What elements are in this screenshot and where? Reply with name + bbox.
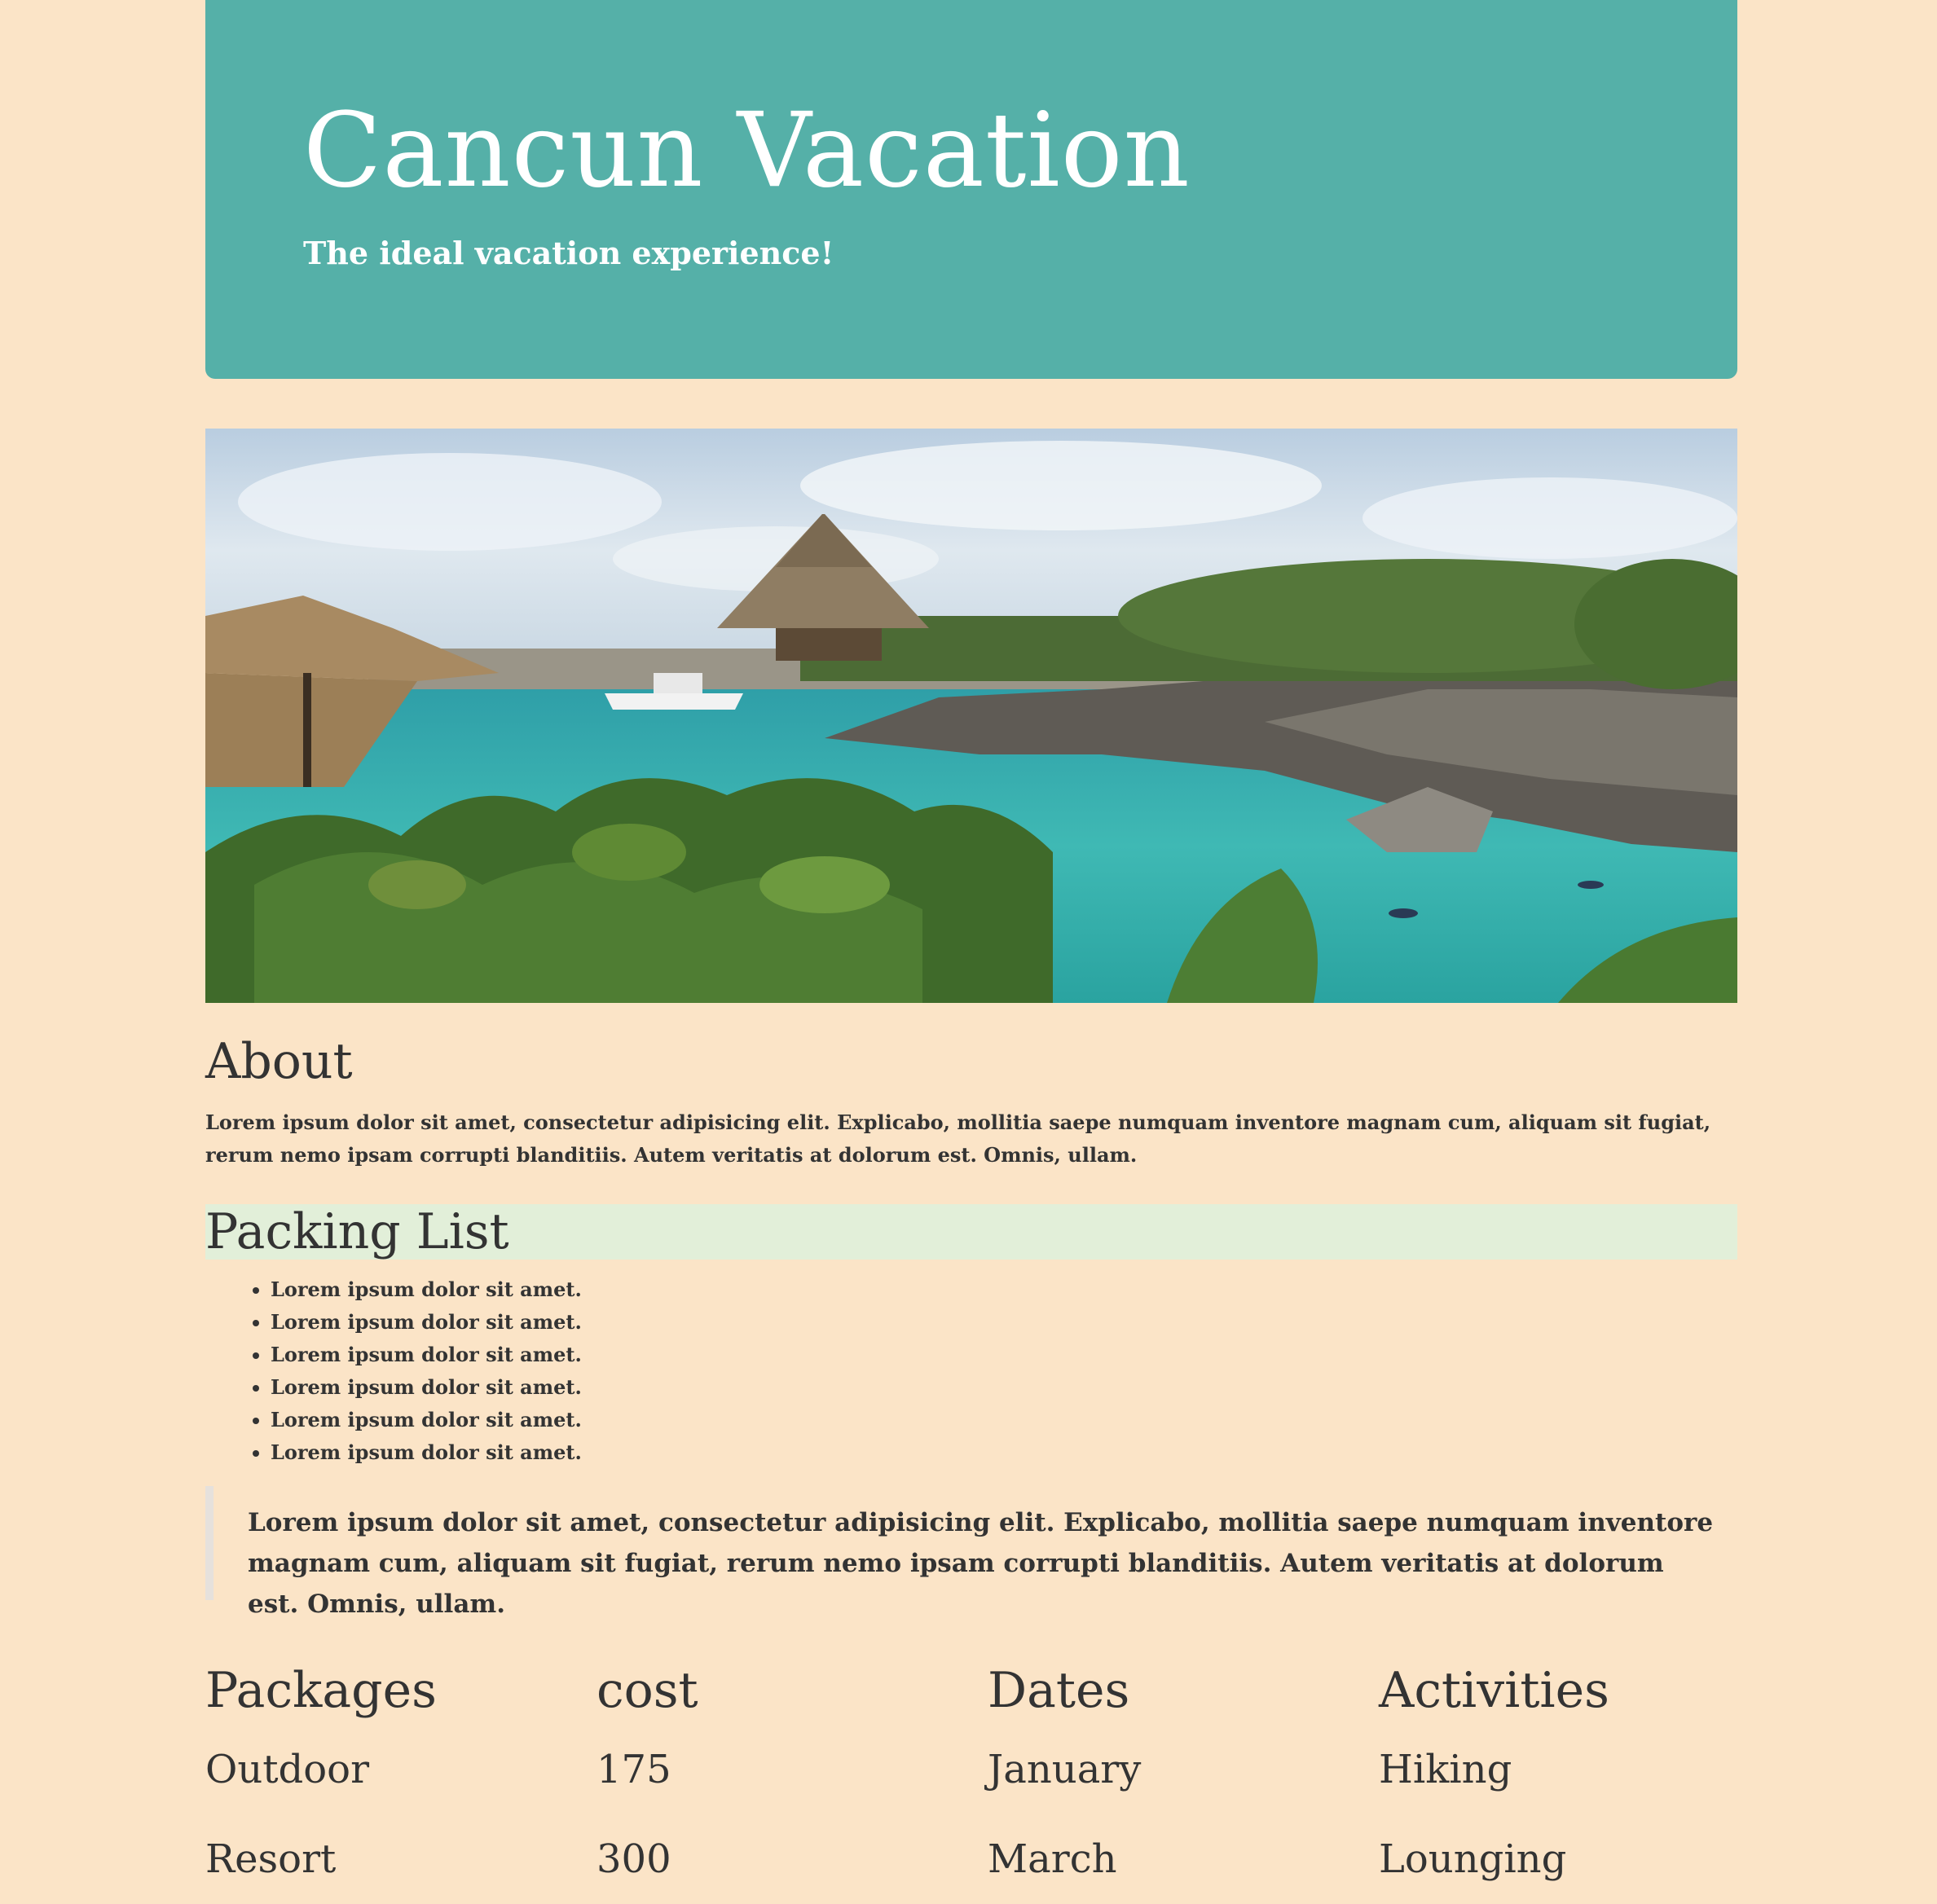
column-header-dates: Dates bbox=[988, 1662, 1130, 1719]
dates-column: Dates January March bbox=[988, 1654, 1383, 1882]
table-cell: 300 bbox=[597, 1836, 671, 1882]
list-item: Lorem ipsum dolor sit amet. bbox=[271, 1404, 582, 1436]
list-item: Lorem ipsum dolor sit amet. bbox=[271, 1306, 582, 1339]
page-container: Cancun Vacation The ideal vacation exper… bbox=[205, 0, 1737, 1882]
quote-text: Lorem ipsum dolor sit amet, consectetur … bbox=[248, 1508, 1714, 1619]
table-cell: March bbox=[988, 1836, 1117, 1882]
hero-banner: Cancun Vacation The ideal vacation exper… bbox=[205, 0, 1737, 379]
list-item: Lorem ipsum dolor sit amet. bbox=[271, 1339, 582, 1371]
about-paragraph: Lorem ipsum dolor sit amet, consectetur … bbox=[205, 1110, 1711, 1167]
activities-column: Activities Hiking Lounging bbox=[1379, 1654, 1774, 1882]
list-item: Lorem ipsum dolor sit amet. bbox=[271, 1371, 582, 1404]
list-item: Lorem ipsum dolor sit amet. bbox=[271, 1273, 582, 1306]
hero-tagline: The ideal vacation experience! bbox=[303, 235, 834, 271]
hero-photo bbox=[205, 429, 1737, 1003]
packing-list: Lorem ipsum dolor sit amet. Lorem ipsum … bbox=[205, 1273, 582, 1469]
packing-list-heading: Packing List bbox=[205, 1203, 509, 1260]
table-cell: Outdoor bbox=[205, 1747, 370, 1792]
blockquote: Lorem ipsum dolor sit amet, consectetur … bbox=[205, 1486, 1737, 1619]
packages-column: Packages Outdoor Resort bbox=[205, 1654, 601, 1882]
cost-column: cost 175 300 bbox=[597, 1654, 992, 1882]
table-cell: January bbox=[988, 1747, 1142, 1792]
table-cell: Resort bbox=[205, 1836, 337, 1882]
table-cell: Hiking bbox=[1379, 1747, 1512, 1792]
about-heading: About bbox=[205, 1033, 353, 1090]
page-title: Cancun Vacation bbox=[303, 90, 1191, 210]
column-header-packages: Packages bbox=[205, 1662, 437, 1719]
column-header-activities: Activities bbox=[1379, 1662, 1609, 1719]
list-item: Lorem ipsum dolor sit amet. bbox=[271, 1436, 582, 1469]
column-header-cost: cost bbox=[597, 1662, 698, 1719]
table-cell: Lounging bbox=[1379, 1836, 1567, 1882]
table-cell: 175 bbox=[597, 1747, 671, 1792]
